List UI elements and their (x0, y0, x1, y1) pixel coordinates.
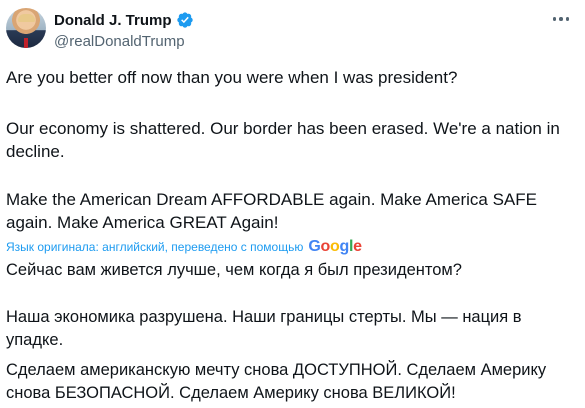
avatar-tie (24, 38, 28, 48)
tweet-paragraph: Our economy is shattered. Our border has… (6, 119, 565, 161)
google-logo-letter: g (339, 238, 349, 255)
google-logo-letter: G (308, 238, 321, 255)
author-name[interactable]: Donald J. Trump (54, 12, 172, 29)
translated-paragraph: Наша экономика разрушена. Наши границы с… (6, 308, 527, 349)
translated-paragraph: Сейчас вам живется лучше, чем когда я бы… (6, 261, 462, 279)
more-dot (559, 17, 563, 21)
google-logo-letter: e (353, 238, 362, 255)
more-dot (565, 17, 570, 21)
translation-attribution-text: Язык оригинала: английский, переведено с… (6, 240, 304, 254)
translated-paragraph: Сделаем американскую мечту снова ДОСТУПН… (6, 361, 551, 402)
avatar-hair (18, 14, 35, 22)
author-handle[interactable]: @realDonaldTrump (54, 33, 185, 50)
google-logo: Google (308, 238, 362, 256)
more-dot (552, 17, 557, 21)
tweet-paragraph: Make the American Dream AFFORDABLE again… (6, 190, 542, 232)
translation-attribution[interactable]: Язык оригинала: английский, переведено с… (6, 238, 362, 256)
tweet-paragraph: Are you better off now than you were whe… (6, 68, 458, 87)
more-options-icon[interactable] (550, 12, 572, 26)
google-logo-letter: o (320, 238, 331, 255)
verified-badge-icon (176, 12, 193, 28)
avatar[interactable] (6, 8, 46, 48)
author-name-row[interactable]: Donald J. Trump (54, 11, 194, 29)
